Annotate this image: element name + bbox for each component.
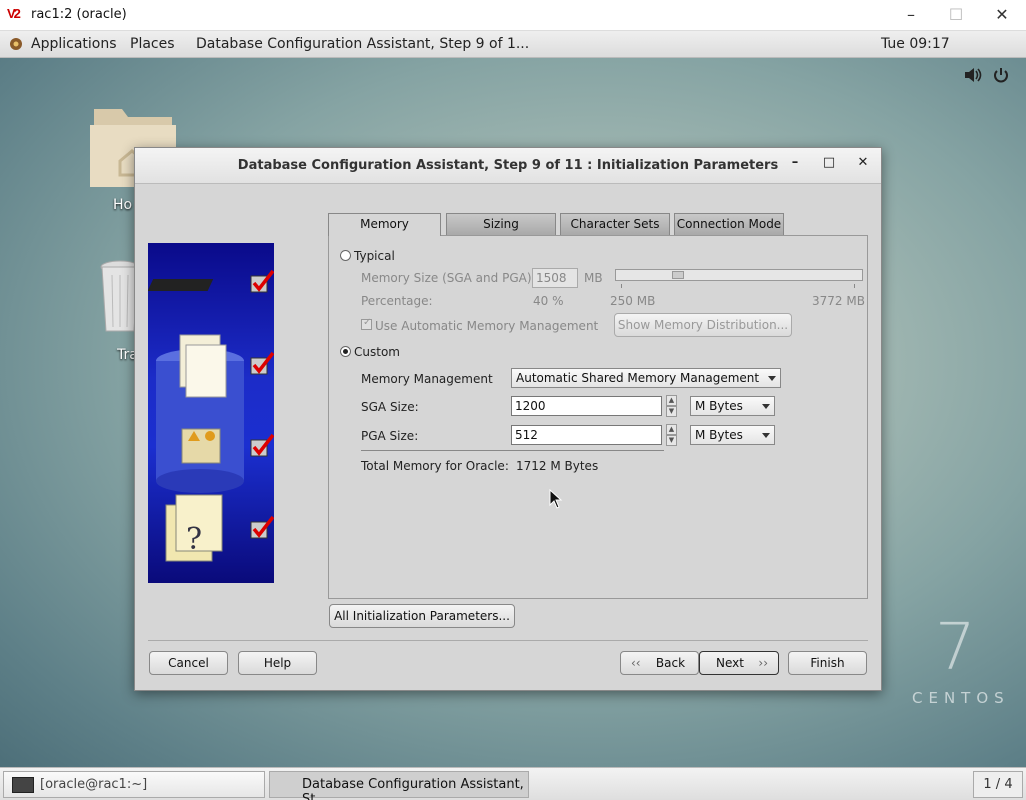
home-folder-label: Ho xyxy=(113,197,133,213)
power-icon[interactable] xyxy=(993,67,1009,83)
centos-logo-number: 7 xyxy=(935,611,976,685)
typical-label: Typical xyxy=(354,249,395,263)
memory-size-field[interactable]: 1508 xyxy=(532,268,578,288)
chevron-right-icon: ›› xyxy=(758,656,768,670)
total-memory-value: 1712 M Bytes xyxy=(516,459,599,473)
dialog-title: Database Configuration Assistant, Step 9… xyxy=(237,158,779,173)
slider-tick-min xyxy=(621,284,622,288)
applications-icon xyxy=(10,38,22,50)
memory-slider-thumb[interactable] xyxy=(672,271,684,279)
separator xyxy=(361,450,664,451)
footer-separator xyxy=(148,640,868,641)
tab-character-sets[interactable]: Character Sets xyxy=(560,213,670,235)
maximize-icon[interactable]: ☐ xyxy=(941,4,971,26)
amm-label: Use Automatic Memory Management xyxy=(375,319,599,333)
dialog-maximize-icon[interactable]: □ xyxy=(818,155,840,177)
sga-unit-value: M Bytes xyxy=(695,399,743,413)
amm-checkbox[interactable]: ✓ xyxy=(361,317,372,330)
total-memory-label: Total Memory for Oracle: xyxy=(361,459,509,473)
sga-size-spinner[interactable]: ▲ ▼ xyxy=(666,395,677,417)
dbca-dialog: Database Configuration Assistant, Step 9… xyxy=(134,147,882,691)
next-label: Next xyxy=(716,656,744,670)
chevron-left-icon: ‹‹ xyxy=(631,656,641,670)
terminal-icon xyxy=(12,777,34,793)
vnc-logo-icon: V2 xyxy=(7,6,21,21)
memory-size-label: Memory Size (SGA and PGA): xyxy=(361,271,536,285)
custom-radio[interactable] xyxy=(340,346,351,357)
pga-size-spinner[interactable]: ▲ ▼ xyxy=(666,424,677,446)
sga-unit-select[interactable]: M Bytes xyxy=(690,396,775,416)
wizard-side-image: ? xyxy=(148,243,274,583)
vnc-window-titlebar: V2 rac1:2 (oracle) – ☐ ✕ xyxy=(0,0,1026,31)
applications-menu[interactable]: Applications xyxy=(31,36,117,52)
custom-label: Custom xyxy=(354,345,400,359)
back-label: Back xyxy=(655,656,686,670)
close-icon[interactable]: ✕ xyxy=(987,4,1017,26)
workspace-pager[interactable]: 1 / 4 xyxy=(973,771,1023,798)
centos-logo-text: CENTOS xyxy=(912,689,1010,707)
bottom-taskbar: [oracle@rac1:~] Database Configuration A… xyxy=(0,767,1026,800)
help-button[interactable]: Help xyxy=(238,651,317,675)
volume-icon[interactable] xyxy=(964,67,982,83)
minimize-icon[interactable]: – xyxy=(896,4,926,26)
mouse-cursor-icon xyxy=(549,489,563,509)
back-button[interactable]: ‹‹ Back xyxy=(620,651,699,675)
chevron-down-icon xyxy=(762,433,770,438)
memory-management-select[interactable]: Automatic Shared Memory Management xyxy=(511,368,781,388)
dialog-minimize-icon[interactable]: – xyxy=(784,155,806,177)
all-init-parameters-button[interactable]: All Initialization Parameters... xyxy=(329,604,515,628)
svg-text:?: ? xyxy=(186,522,202,557)
taskbar-terminal[interactable]: [oracle@rac1:~] xyxy=(3,771,265,798)
sga-size-input[interactable]: 1200 xyxy=(511,396,662,416)
pga-unit-value: M Bytes xyxy=(695,428,743,442)
percentage-value: 40 % xyxy=(533,294,564,308)
cancel-button[interactable]: Cancel xyxy=(149,651,228,675)
show-memory-distribution-button[interactable]: Show Memory Distribution... xyxy=(614,313,792,337)
taskbar-dbca[interactable]: Database Configuration Assistant, St... xyxy=(269,771,529,800)
memory-management-label: Memory Management xyxy=(361,372,493,386)
dialog-close-icon[interactable]: ✕ xyxy=(852,155,874,177)
tab-memory[interactable]: Memory xyxy=(328,213,441,236)
places-menu[interactable]: Places xyxy=(130,36,175,52)
vnc-window-title: rac1:2 (oracle) xyxy=(31,7,127,22)
sga-size-label: SGA Size: xyxy=(361,400,419,414)
spin-down-icon[interactable]: ▼ xyxy=(666,435,677,446)
taskbar-dbca-label: Database Configuration Assistant, St... xyxy=(302,777,524,800)
typical-radio[interactable] xyxy=(340,250,351,261)
memory-slider[interactable] xyxy=(615,269,863,281)
chevron-down-icon xyxy=(768,376,776,381)
memory-tab-panel: Typical Memory Size (SGA and PGA): 1508 … xyxy=(328,235,868,599)
next-button[interactable]: Next ›› xyxy=(699,651,779,675)
chevron-down-icon xyxy=(762,404,770,409)
pga-unit-select[interactable]: M Bytes xyxy=(690,425,775,445)
slider-min-label: 250 MB xyxy=(610,294,656,308)
spin-down-icon[interactable]: ▼ xyxy=(666,406,677,417)
tab-sizing[interactable]: Sizing xyxy=(446,213,556,235)
slider-max-label: 3772 MB xyxy=(812,294,865,308)
active-window-menu[interactable]: Database Configuration Assistant, Step 9… xyxy=(196,36,529,52)
finish-button[interactable]: Finish xyxy=(788,651,867,675)
dialog-titlebar: Database Configuration Assistant, Step 9… xyxy=(135,148,881,184)
memory-size-unit: MB xyxy=(584,271,603,285)
percentage-label: Percentage: xyxy=(361,294,433,308)
gnome-top-bar: Applications Places Database Configurati… xyxy=(0,31,1026,83)
clock[interactable]: Tue 09:17 xyxy=(881,36,950,52)
taskbar-terminal-label: [oracle@rac1:~] xyxy=(40,777,148,792)
spin-up-icon[interactable]: ▲ xyxy=(666,424,677,435)
database-illustration-icon: ? xyxy=(148,269,274,562)
tab-connection-mode[interactable]: Connection Mode xyxy=(674,213,784,235)
pga-size-label: PGA Size: xyxy=(361,429,419,443)
slider-tick-max xyxy=(854,284,855,288)
spin-up-icon[interactable]: ▲ xyxy=(666,395,677,406)
pga-size-input[interactable]: 512 xyxy=(511,425,662,445)
memory-management-value: Automatic Shared Memory Management xyxy=(516,371,760,385)
